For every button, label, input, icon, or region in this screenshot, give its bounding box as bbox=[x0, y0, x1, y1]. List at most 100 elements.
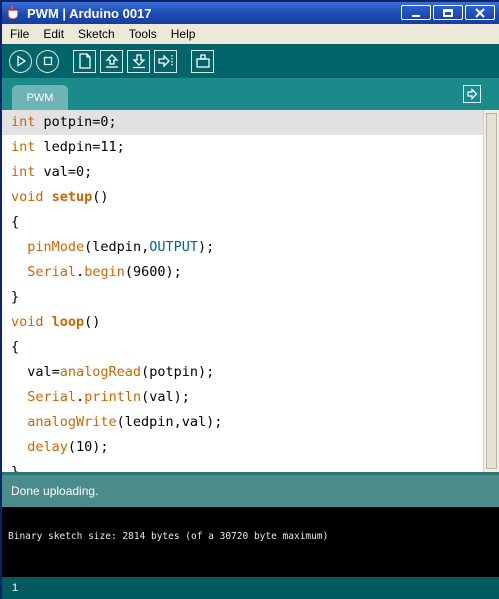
code-token-fn: loop bbox=[51, 314, 85, 330]
code-token: potpin=0; bbox=[35, 114, 117, 130]
code-line[interactable]: { bbox=[2, 335, 483, 360]
code-line[interactable]: pinMode(ledpin,OUTPUT); bbox=[2, 235, 483, 260]
new-file-icon bbox=[78, 53, 91, 69]
code-token-kw: int bbox=[11, 114, 36, 130]
tab-menu-arrow-icon bbox=[467, 88, 478, 100]
status-message: Done uploading. bbox=[11, 484, 99, 498]
code-token-cn: OUTPUT bbox=[149, 239, 198, 255]
upload-arrow-right-icon bbox=[157, 54, 173, 68]
scrollbar-thumb[interactable] bbox=[486, 113, 497, 469]
code-token-kw: Serial bbox=[27, 389, 77, 405]
open-arrow-up-icon bbox=[104, 54, 119, 68]
code-line[interactable]: { bbox=[2, 210, 483, 235]
code-token-kw: void bbox=[11, 189, 44, 205]
stop-icon bbox=[43, 56, 52, 66]
window-title: PWM | Arduino 0017 bbox=[27, 5, 152, 21]
console-output: Binary sketch size: 2814 bytes (of a 307… bbox=[2, 507, 499, 577]
menu-sketch[interactable]: Sketch bbox=[78, 27, 115, 41]
code-token-fn: setup bbox=[51, 189, 93, 205]
code-token: . bbox=[76, 389, 85, 405]
menu-edit[interactable]: Edit bbox=[43, 27, 64, 41]
toolbar bbox=[2, 44, 499, 78]
minimize-button[interactable] bbox=[401, 5, 431, 20]
code-token-kw: begin bbox=[84, 264, 125, 280]
code-token-kw: pinMode bbox=[27, 239, 85, 255]
new-button[interactable] bbox=[73, 49, 96, 73]
play-icon bbox=[16, 55, 26, 67]
menu-help[interactable]: Help bbox=[171, 27, 196, 41]
code-token-kw: void bbox=[11, 314, 44, 330]
save-arrow-down-icon bbox=[131, 54, 146, 69]
status-bar: Done uploading. bbox=[2, 472, 499, 507]
verify-button[interactable] bbox=[9, 49, 32, 73]
code-token: { bbox=[11, 339, 20, 355]
code-text-area[interactable]: int potpin=0; int ledpin=11; int val=0; voi… bbox=[2, 110, 483, 472]
vertical-scrollbar[interactable] bbox=[483, 110, 499, 472]
open-button[interactable] bbox=[100, 49, 123, 73]
code-editor[interactable]: int potpin=0; int ledpin=11; int val=0; voi… bbox=[2, 110, 499, 472]
code-token: () bbox=[84, 314, 101, 330]
serial-monitor-button[interactable] bbox=[191, 49, 214, 73]
code-token: ); bbox=[197, 239, 215, 255]
code-line[interactable]: int potpin=0; bbox=[2, 110, 483, 135]
java-cup-icon bbox=[6, 5, 22, 21]
code-line[interactable]: int ledpin=11; bbox=[2, 135, 483, 160]
code-token: } bbox=[11, 464, 20, 472]
code-line[interactable]: int val=0; bbox=[2, 160, 483, 185]
code-token: (9600); bbox=[124, 264, 182, 280]
tab-label: PWM bbox=[26, 91, 54, 104]
code-token: (potpin); bbox=[141, 364, 215, 380]
menu-tools[interactable]: Tools bbox=[129, 27, 157, 41]
code-line[interactable]: delay(10); bbox=[2, 435, 483, 460]
code-token: (val); bbox=[141, 389, 190, 405]
code-token: { bbox=[11, 214, 20, 230]
code-line[interactable]: void setup() bbox=[2, 185, 483, 210]
minimize-icon bbox=[412, 14, 420, 17]
code-line[interactable]: Serial.println(val); bbox=[2, 385, 483, 410]
code-token: val=0; bbox=[35, 164, 93, 180]
arduino-window: PWM | Arduino 0017 File Edit Sketch Tool… bbox=[0, 0, 499, 599]
tab-bar: PWM bbox=[2, 78, 499, 110]
serial-monitor-icon bbox=[195, 54, 210, 68]
menu-bar: File Edit Sketch Tools Help bbox=[2, 24, 499, 44]
save-button[interactable] bbox=[127, 49, 150, 73]
code-token-kw: analogWrite bbox=[27, 414, 117, 430]
code-token-kw: delay bbox=[27, 439, 68, 455]
window-controls bbox=[401, 5, 495, 20]
tab-menu-button[interactable] bbox=[463, 85, 481, 103]
title-bar[interactable]: PWM | Arduino 0017 bbox=[2, 2, 499, 24]
code-token: (10); bbox=[67, 439, 109, 455]
menu-file[interactable]: File bbox=[10, 27, 29, 41]
tab-pwm[interactable]: PWM bbox=[12, 85, 68, 110]
code-line[interactable]: } bbox=[2, 460, 483, 472]
line-number-bar: 1 bbox=[2, 577, 499, 599]
code-line[interactable]: analogWrite(ledpin,val); bbox=[2, 410, 483, 435]
current-line-number: 1 bbox=[12, 582, 19, 594]
code-token: (ledpin,val); bbox=[116, 414, 223, 430]
code-token-kw: Serial bbox=[27, 264, 77, 280]
code-line[interactable]: val=analogRead(potpin); bbox=[2, 360, 483, 385]
stop-button[interactable] bbox=[36, 49, 59, 73]
code-token-kw: int bbox=[11, 139, 36, 155]
maximize-icon bbox=[443, 8, 453, 17]
code-token: } bbox=[11, 289, 20, 305]
close-button[interactable] bbox=[465, 5, 495, 20]
upload-button[interactable] bbox=[154, 49, 177, 73]
code-token-kw: analogRead bbox=[59, 364, 142, 380]
code-line[interactable]: void loop() bbox=[2, 310, 483, 335]
code-line[interactable]: } bbox=[2, 285, 483, 310]
code-token: () bbox=[92, 189, 109, 205]
code-token: (ledpin, bbox=[84, 239, 150, 255]
code-line[interactable]: Serial.begin(9600); bbox=[2, 260, 483, 285]
code-token-kw: int bbox=[11, 164, 36, 180]
maximize-button[interactable] bbox=[433, 5, 463, 20]
console-text: Binary sketch size: 2814 bytes (of a 307… bbox=[8, 531, 329, 542]
code-token: . bbox=[76, 264, 85, 280]
